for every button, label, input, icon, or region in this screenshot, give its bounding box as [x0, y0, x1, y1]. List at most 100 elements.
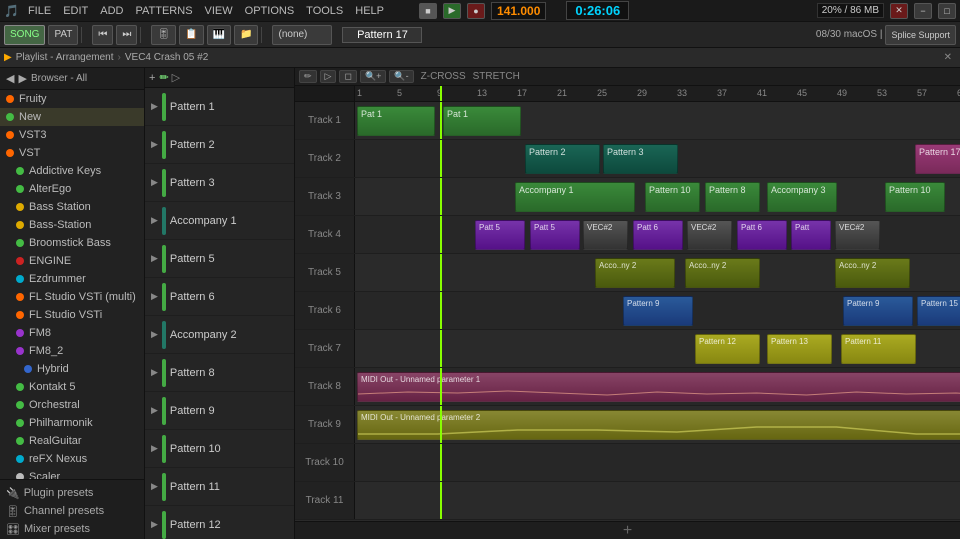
- close-button[interactable]: ✕: [890, 3, 908, 19]
- sidebar-item-philharmonik[interactable]: Philharmonik: [0, 414, 144, 432]
- block-pattern10b-t3[interactable]: Pattern 10: [885, 182, 945, 212]
- pattern-item-3[interactable]: ▶ Pattern 3: [145, 164, 294, 202]
- record-button[interactable]: ●: [467, 3, 485, 19]
- sidebar-item-vst3[interactable]: VST3: [0, 126, 144, 144]
- pattern-item-9[interactable]: ▶ Pattern 9: [145, 392, 294, 430]
- pattern-item-8[interactable]: ▶ Pattern 8: [145, 354, 294, 392]
- menu-add[interactable]: ADD: [97, 5, 126, 17]
- track-lane-6[interactable]: Pattern 9 Pattern 9 Pattern 15: [355, 292, 960, 329]
- block-pattern6b-t4[interactable]: Patt 6: [737, 220, 787, 250]
- block-pattern6-t4[interactable]: Patt 6: [633, 220, 683, 250]
- pattern-item-12[interactable]: ▶ Pattern 12: [145, 506, 294, 539]
- browser-btn[interactable]: 📁: [234, 25, 258, 45]
- pattern-item-1[interactable]: ▶ Pattern 1: [145, 88, 294, 126]
- block-patt3-t4[interactable]: Patt: [791, 220, 831, 250]
- sidebar-item-realguitar[interactable]: RealGuitar: [0, 432, 144, 450]
- piano-btn[interactable]: 🎹: [207, 25, 231, 45]
- sidebar-item-hybrid[interactable]: Hybrid: [0, 360, 144, 378]
- block-pattern12-t7[interactable]: Pattern 12: [695, 334, 760, 364]
- block-pattern5b-t4[interactable]: Patt 5: [530, 220, 580, 250]
- sidebar-item-addictive[interactable]: Addictive Keys: [0, 162, 144, 180]
- tracks-area[interactable]: Track 1 Pat 1 Pat 1 Track 2 Pattern 2 Pa…: [295, 102, 960, 521]
- block-accompany2b-t5[interactable]: Acco..ny 2: [685, 258, 760, 288]
- playlist-close[interactable]: ✕: [940, 52, 956, 63]
- rewind-btn[interactable]: ⏮: [92, 25, 113, 45]
- track-lane-11[interactable]: [355, 482, 960, 519]
- block-pattern8-t3[interactable]: Pattern 8: [705, 182, 760, 212]
- block-pattern13-t7[interactable]: Pattern 13: [767, 334, 832, 364]
- add-pattern-btn[interactable]: +: [149, 72, 155, 84]
- menu-options[interactable]: OPTIONS: [242, 5, 298, 17]
- sidebar-item-bassstation[interactable]: Bass Station: [0, 198, 144, 216]
- block-accompany1-t3[interactable]: Accompany 1: [515, 182, 635, 212]
- pat-mode-btn[interactable]: PAT: [48, 25, 78, 45]
- block-pattern9-t6a[interactable]: Pattern 9: [623, 296, 693, 326]
- block-pattern3-t2[interactable]: Pattern 3: [603, 144, 678, 174]
- sidebar-item-flstudio-multi[interactable]: FL Studio VSTi (multi): [0, 288, 144, 306]
- track-lane-9[interactable]: MIDI Out - Unnamed parameter 2: [355, 406, 960, 443]
- menu-view[interactable]: VIEW: [202, 5, 236, 17]
- sidebar-item-alterego[interactable]: AlterEgo: [0, 180, 144, 198]
- song-mode-btn[interactable]: SONG: [4, 25, 45, 45]
- block-vec2-t4[interactable]: VEC#2: [687, 220, 732, 250]
- maximize-button[interactable]: □: [938, 3, 956, 19]
- mixer-btn[interactable]: 🎚: [151, 25, 176, 45]
- pattern-item-2[interactable]: ▶ Pattern 2: [145, 126, 294, 164]
- mixer-presets-btn[interactable]: 🎛 Mixer presets: [6, 520, 138, 538]
- preset-display[interactable]: (none): [272, 25, 332, 45]
- track-lane-5[interactable]: Acco..ny 2 Acco..ny 2 Acco..ny 2: [355, 254, 960, 291]
- draw-tool-btn[interactable]: ✏: [299, 70, 317, 83]
- block-accompany3-t3[interactable]: Accompany 3: [767, 182, 837, 212]
- forward-icon[interactable]: ▶: [18, 72, 26, 85]
- block-vec3-t4[interactable]: VEC#2: [835, 220, 880, 250]
- bpm-display[interactable]: 141.000: [491, 2, 546, 20]
- track-lane-1[interactable]: Pat 1 Pat 1: [355, 102, 960, 139]
- track-lane-7[interactable]: Pattern 12 Pattern 13 Pattern 11: [355, 330, 960, 367]
- zoom-in-btn[interactable]: 🔍+: [360, 70, 386, 83]
- channel-presets-btn[interactable]: 🎚 Channel presets: [6, 502, 138, 520]
- play-button[interactable]: ▶: [443, 3, 461, 19]
- ruler[interactable]: 1 5 9 13 17 21 25 29 33 37 41 45 49 53 5…: [295, 86, 960, 102]
- sidebar-item-kontakt[interactable]: Kontakt 5: [0, 378, 144, 396]
- pattern-item-accompany2[interactable]: ▶ Accompany 2: [145, 316, 294, 354]
- back-icon[interactable]: ◀: [6, 72, 14, 85]
- block-pattern1-t1b[interactable]: Pat 1: [443, 106, 521, 136]
- stop-button[interactable]: ■: [419, 3, 437, 19]
- pattern-item-6[interactable]: ▶ Pattern 6: [145, 278, 294, 316]
- block-midi1-t8[interactable]: MIDI Out - Unnamed parameter 1: [357, 372, 960, 402]
- block-pattern15-t6[interactable]: Pattern 15: [917, 296, 960, 326]
- add-track-btn[interactable]: +: [295, 521, 960, 539]
- sidebar-item-broomstick[interactable]: Broomstick Bass: [0, 234, 144, 252]
- block-accompany2a-t5[interactable]: Acco..ny 2: [595, 258, 675, 288]
- sidebar-item-fm8-2[interactable]: FM8_2: [0, 342, 144, 360]
- pattern-display[interactable]: Pattern 17: [342, 27, 422, 43]
- track-lane-8[interactable]: MIDI Out - Unnamed parameter 1: [355, 368, 960, 405]
- pattern-item-11[interactable]: ▶ Pattern 11: [145, 468, 294, 506]
- block-midi2-t9[interactable]: MIDI Out - Unnamed parameter 2: [357, 410, 960, 440]
- sidebar-item-ezdrummer[interactable]: Ezdrummer: [0, 270, 144, 288]
- splice-btn[interactable]: Splice Support: [885, 25, 956, 45]
- select-tool[interactable]: ▷: [172, 71, 180, 84]
- sidebar-item-fm8[interactable]: FM8: [0, 324, 144, 342]
- menu-help[interactable]: HELP: [352, 5, 387, 17]
- track-lane-4[interactable]: Patt 5 Patt 5 VEC#2 Patt 6 VEC#2 Patt 6 …: [355, 216, 960, 253]
- pattern-item-5[interactable]: ▶ Pattern 5: [145, 240, 294, 278]
- pattern-item-accompany1[interactable]: ▶ Accompany 1: [145, 202, 294, 240]
- pattern-expand-1[interactable]: ▶: [151, 101, 158, 112]
- sidebar-item-fruity[interactable]: Fruity: [0, 90, 144, 108]
- track-lane-3[interactable]: Accompany 1 Pattern 10 Pattern 8 Accompa…: [355, 178, 960, 215]
- sidebar-item-vst[interactable]: VST: [0, 144, 144, 162]
- block-pattern5-t4[interactable]: Patt 5: [475, 220, 525, 250]
- plugin-presets-btn[interactable]: 🔌 Plugin presets: [6, 484, 138, 502]
- block-pattern9-t6b[interactable]: Pattern 9: [843, 296, 913, 326]
- sidebar-item-orchestral[interactable]: Orchestral: [0, 396, 144, 414]
- sidebar-item-bassstation2[interactable]: Bass-Station: [0, 216, 144, 234]
- erase-tool-btn[interactable]: ◻: [339, 70, 356, 83]
- draw-tool[interactable]: ✏: [159, 71, 168, 84]
- sidebar-item-engine[interactable]: ENGINE: [0, 252, 144, 270]
- ff-btn[interactable]: ⏭: [116, 25, 137, 45]
- track-lane-2[interactable]: Pattern 2 Pattern 3 Pattern 17: [355, 140, 960, 177]
- block-pattern10-t3[interactable]: Pattern 10: [645, 182, 700, 212]
- select-tool-btn[interactable]: ▷: [320, 70, 337, 83]
- menu-edit[interactable]: EDIT: [60, 5, 91, 17]
